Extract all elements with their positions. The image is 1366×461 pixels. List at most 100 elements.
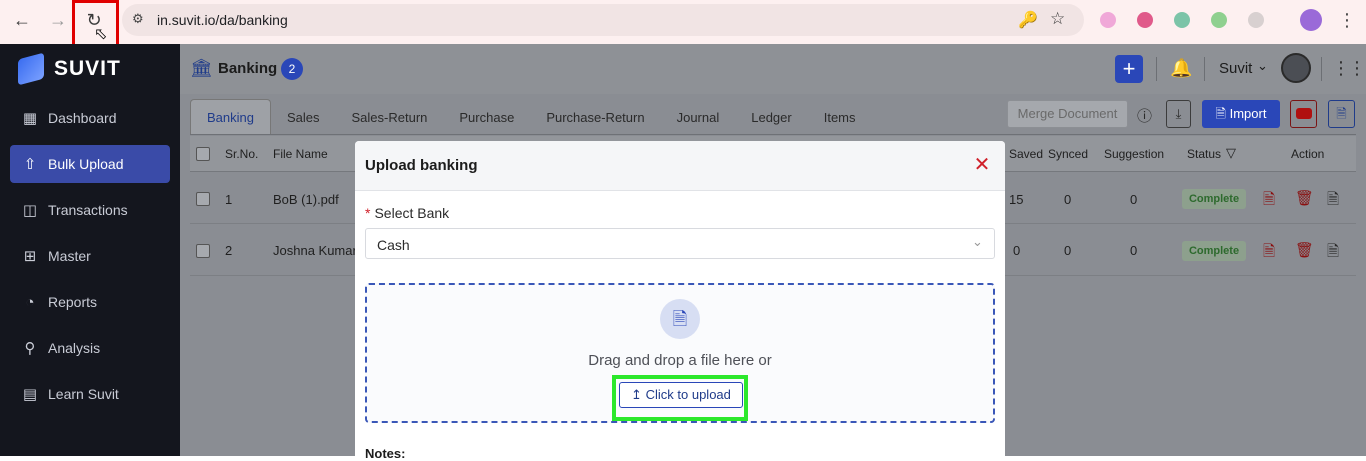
extension-icon[interactable] bbox=[1174, 12, 1190, 28]
close-icon[interactable]: ✕ bbox=[969, 152, 995, 178]
merge-document-button[interactable]: Merge Document bbox=[1007, 100, 1128, 128]
tab-sales[interactable]: Sales bbox=[271, 99, 336, 135]
sidebar-item-label: Master bbox=[48, 248, 91, 264]
back-arrow-icon[interactable]: ← bbox=[10, 8, 34, 32]
profile-avatar[interactable] bbox=[1300, 9, 1322, 31]
browser-menu-icon[interactable]: ⋮ bbox=[1338, 10, 1356, 31]
bookmark-star-icon[interactable]: ☆ bbox=[1050, 9, 1065, 29]
delete-icon[interactable]: 🗑 bbox=[1295, 189, 1314, 207]
logo-text: SUVIT bbox=[54, 57, 121, 80]
select-bank-value: Cash bbox=[377, 237, 410, 253]
dropzone-text: Drag and drop a file here or bbox=[588, 352, 772, 369]
column-header: File Name bbox=[273, 147, 328, 161]
sidebar-item-label: Dashboard bbox=[48, 110, 117, 126]
sidebar-item-label: Transactions bbox=[48, 202, 128, 218]
sidebar-item-bulk-upload[interactable]: ⇧ Bulk Upload bbox=[10, 145, 170, 183]
import-label: Import bbox=[1229, 106, 1267, 121]
document-button[interactable]: 🗎 bbox=[1328, 100, 1355, 128]
notes-label: Notes: bbox=[365, 446, 406, 461]
cell-suggestion: 0 bbox=[1130, 243, 1138, 258]
tab-ledger[interactable]: Ledger bbox=[735, 99, 807, 135]
pdf-icon[interactable]: 🗎 bbox=[1263, 189, 1275, 214]
extension-icon[interactable] bbox=[1100, 12, 1116, 28]
bank-icon: 🏛 bbox=[190, 58, 213, 78]
cell-srno: 2 bbox=[225, 243, 233, 258]
cell-file-name[interactable]: BoB (1).pdf bbox=[273, 192, 339, 207]
extension-icon[interactable] bbox=[1137, 12, 1153, 28]
row-checkbox[interactable] bbox=[196, 192, 210, 206]
cell-srno: 1 bbox=[225, 192, 233, 207]
avatar[interactable] bbox=[1281, 53, 1311, 83]
extension-icon[interactable] bbox=[1211, 12, 1227, 28]
address-bar[interactable]: ⚙ in.suvit.io/da/banking 🔑 ☆ bbox=[122, 4, 1084, 36]
column-header: Saved bbox=[1009, 147, 1044, 161]
select-all-checkbox[interactable] bbox=[196, 147, 210, 161]
sidebar-item-learn-suvit[interactable]: ▤ Learn Suvit bbox=[10, 375, 170, 413]
modal-header: Upload banking ✕ bbox=[355, 141, 1005, 191]
required-marker: * bbox=[365, 205, 371, 221]
youtube-button[interactable] bbox=[1290, 100, 1317, 128]
tab-purchase[interactable]: Purchase bbox=[443, 99, 530, 135]
cell-synced: 0 bbox=[1064, 243, 1072, 258]
column-header: Status bbox=[1187, 147, 1222, 161]
status-badge: Complete bbox=[1182, 189, 1246, 209]
column-header: Sr.No. bbox=[225, 147, 259, 161]
dashboard-icon: ▦ bbox=[22, 110, 38, 127]
tab-banking[interactable]: Banking bbox=[190, 99, 271, 135]
url-text[interactable]: in.suvit.io/da/banking bbox=[157, 12, 288, 28]
apps-grid-icon[interactable]: ⋮⋮⋮ bbox=[1332, 58, 1366, 79]
cell-file-name[interactable]: Joshna Kumar bbox=[273, 243, 357, 258]
add-button[interactable]: + bbox=[1115, 55, 1143, 83]
sidebar-item-reports[interactable]: ◔ Reports bbox=[10, 283, 170, 321]
cell-saved: 0 bbox=[1013, 243, 1021, 258]
filter-icon[interactable]: ▽ bbox=[1226, 145, 1236, 161]
select-bank-dropdown[interactable]: Cash ⌄ bbox=[365, 228, 995, 259]
tab-divider bbox=[190, 134, 1356, 135]
delete-icon[interactable]: 🗑 bbox=[1295, 241, 1314, 259]
sidebar-item-analysis[interactable]: ⚲ Analysis bbox=[10, 329, 170, 367]
tab-journal[interactable]: Journal bbox=[661, 99, 736, 135]
bell-icon[interactable]: 🔔 bbox=[1170, 58, 1192, 79]
tab-purchase-return[interactable]: Purchase-Return bbox=[530, 99, 660, 135]
import-button[interactable]: 🗎 Import bbox=[1202, 100, 1280, 128]
tab-sales-return[interactable]: Sales-Return bbox=[336, 99, 444, 135]
pdf-icon[interactable]: 🗎 bbox=[1263, 241, 1275, 266]
sidebar-item-transactions[interactable]: ◫ Transactions bbox=[10, 191, 170, 229]
divider bbox=[1204, 57, 1205, 81]
select-bank-label-text: Select Bank bbox=[374, 205, 450, 221]
export-icon[interactable]: 🗎 bbox=[1327, 241, 1339, 266]
forward-arrow-icon[interactable]: → bbox=[46, 8, 70, 32]
cell-suggestion: 0 bbox=[1130, 192, 1138, 207]
page-title: Banking bbox=[218, 60, 278, 77]
sidebar-item-dashboard[interactable]: ▦ Dashboard bbox=[10, 99, 170, 137]
extension-icon[interactable] bbox=[1248, 12, 1264, 28]
tab-items[interactable]: Items bbox=[808, 99, 872, 135]
key-icon[interactable]: 🔑 bbox=[1018, 10, 1038, 30]
chevron-down-icon[interactable]: ⌄ bbox=[1257, 58, 1268, 74]
browser-toolbar: ← → ↻ ⚙ in.suvit.io/da/banking 🔑 ☆ ⋮ bbox=[0, 0, 1366, 44]
modal-title: Upload banking bbox=[365, 157, 478, 174]
export-icon[interactable]: 🗎 bbox=[1327, 189, 1339, 214]
sidebar-item-master[interactable]: ⊞ Master bbox=[10, 237, 170, 275]
chevron-down-icon: ⌄ bbox=[972, 234, 983, 249]
sidebar-item-label: Analysis bbox=[48, 340, 101, 356]
sidebar: SUVIT ▦ Dashboard ⇧ Bulk Upload ◫ Transa… bbox=[0, 44, 180, 456]
top-header: 🏛 Banking 2 + 🔔 Suvit ⌄ ⋮⋮⋮ bbox=[180, 44, 1366, 94]
sidebar-item-label: Bulk Upload bbox=[48, 156, 124, 172]
info-icon[interactable]: ⓘ bbox=[1137, 105, 1152, 126]
logo[interactable]: SUVIT bbox=[18, 52, 121, 86]
analysis-icon: ⚲ bbox=[24, 340, 36, 357]
upload-icon: ⇧ bbox=[23, 156, 37, 173]
download-button[interactable]: ⤓ bbox=[1166, 100, 1191, 128]
cell-synced: 0 bbox=[1064, 192, 1072, 207]
row-checkbox[interactable] bbox=[196, 244, 210, 258]
site-info-icon[interactable]: ⚙ bbox=[132, 11, 150, 29]
mouse-cursor-icon: ⬁ bbox=[94, 26, 108, 43]
sidebar-item-label: Reports bbox=[48, 294, 98, 310]
column-header: Suggestion bbox=[1104, 147, 1165, 161]
youtube-icon bbox=[1295, 108, 1312, 120]
status-badge: Complete bbox=[1182, 241, 1246, 261]
user-name[interactable]: Suvit bbox=[1219, 60, 1252, 77]
column-header: Synced bbox=[1048, 147, 1089, 161]
master-icon: ⊞ bbox=[23, 248, 37, 265]
